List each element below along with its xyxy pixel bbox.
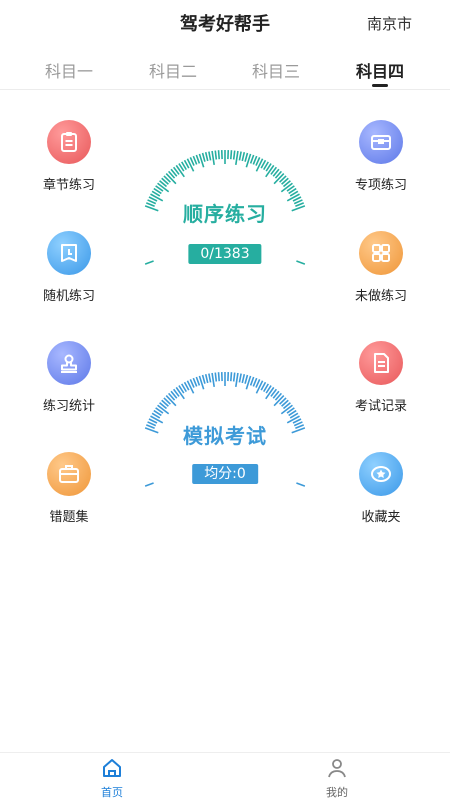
tab-subject-3[interactable]: 科目三	[231, 58, 321, 82]
exam-records-button[interactable]: 考试记录	[335, 341, 427, 414]
mock-exam-gauge[interactable]: 模拟考试 均分:0	[130, 362, 320, 492]
unpracticed-label: 未做练习	[354, 289, 407, 304]
tab-subject-2[interactable]: 科目二	[128, 58, 218, 82]
tab-active-indicator	[372, 84, 388, 87]
subject-tabs: 科目一 科目二 科目三 科目四	[0, 52, 450, 90]
special-practice-label: 专项练习	[354, 178, 407, 193]
favorites-label: 收藏夹	[361, 510, 401, 525]
practice-stats-button[interactable]: 练习统计	[23, 341, 115, 414]
city-selector[interactable]: 南京市	[367, 13, 412, 34]
wrong-questions-button[interactable]: 错题集	[23, 452, 115, 525]
box-icon	[359, 120, 403, 164]
header: 驾考好帮手 南京市	[0, 0, 450, 44]
chapter-practice-button[interactable]: 章节练习	[23, 120, 115, 193]
wrong-questions-label: 错题集	[49, 510, 89, 525]
mock-exam-score-badge: 均分:0	[192, 464, 258, 484]
tab-subject-1[interactable]: 科目一	[24, 58, 114, 82]
home-icon	[103, 759, 121, 777]
clipboard-icon	[47, 120, 91, 164]
special-practice-button[interactable]: 专项练习	[335, 120, 427, 193]
grid-icon	[359, 231, 403, 275]
random-practice-button[interactable]: 随机练习	[23, 231, 115, 304]
nav-mine[interactable]: 我的	[297, 757, 377, 800]
unpracticed-button[interactable]: 未做练习	[335, 231, 427, 304]
sequential-progress-badge: 0/1383	[188, 244, 262, 264]
sequential-practice-gauge[interactable]: 顺序练习 0/1383	[130, 140, 320, 270]
tabs-divider	[0, 89, 450, 90]
star-badge-icon	[359, 452, 403, 496]
favorites-button[interactable]: 收藏夹	[335, 452, 427, 525]
nav-home-label: 首页	[101, 786, 123, 799]
stamp-icon	[47, 341, 91, 385]
sequential-practice-title: 顺序练习	[183, 202, 267, 226]
mock-exam-title: 模拟考试	[183, 424, 267, 448]
bottom-nav: 首页 我的	[0, 752, 450, 800]
document-icon	[359, 341, 403, 385]
user-icon	[328, 759, 346, 778]
practice-stats-label: 练习统计	[42, 399, 95, 414]
chapter-practice-label: 章节练习	[42, 178, 95, 193]
tab-subject-4[interactable]: 科目四	[335, 58, 425, 82]
nav-mine-label: 我的	[326, 786, 348, 799]
nav-home[interactable]: 首页	[72, 757, 152, 800]
clock-icon	[47, 231, 91, 275]
briefcase-icon	[47, 452, 91, 496]
random-practice-label: 随机练习	[42, 289, 95, 304]
exam-records-label: 考试记录	[354, 399, 407, 414]
